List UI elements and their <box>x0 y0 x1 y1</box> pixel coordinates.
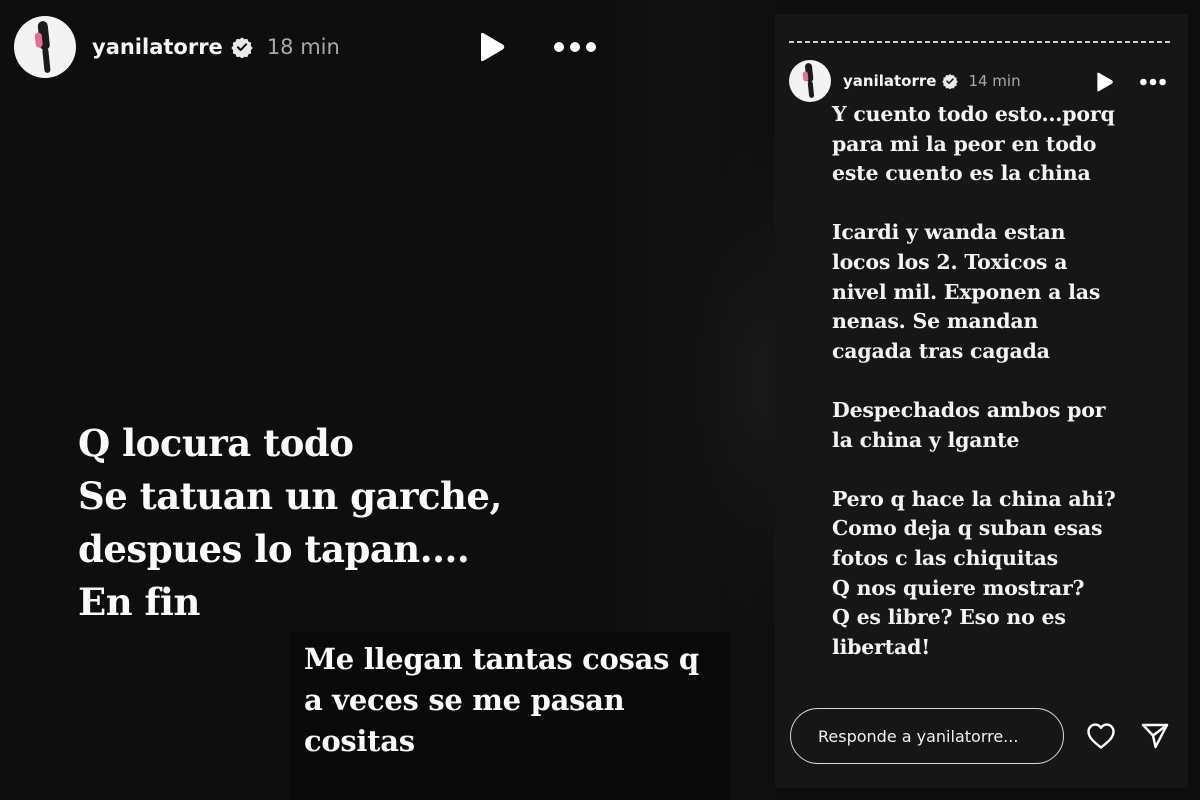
story-text-sub: Me llegan tantas cosas q a veces se me p… <box>304 642 699 758</box>
username[interactable]: yanilatorre <box>843 72 936 90</box>
story-text-main: Q locura todo Se tatuan un garche, despu… <box>78 421 502 624</box>
verified-badge-icon <box>231 37 253 58</box>
story-text: Y cuento todo esto...porq para mi la peo… <box>832 100 1177 692</box>
story-paragraph: Despechados ambos por la china y lgante <box>832 397 1106 452</box>
left-story-header: yanilatorre 18 min <box>14 15 596 79</box>
heart-icon[interactable] <box>1086 722 1116 750</box>
right-story-header: yanilatorre 14 min <box>789 59 1179 103</box>
post-time: 18 min <box>266 35 340 59</box>
play-icon[interactable] <box>476 31 506 63</box>
more-options-icon[interactable] <box>1138 76 1168 88</box>
story-progress-bar <box>789 41 1170 43</box>
send-icon[interactable] <box>1140 721 1170 751</box>
username[interactable]: yanilatorre <box>92 35 223 59</box>
story-paragraph: Pero q hace la china ahi? Como deja q su… <box>832 486 1116 659</box>
avatar[interactable] <box>14 16 76 78</box>
more-options-icon[interactable] <box>552 37 598 57</box>
play-icon[interactable] <box>1094 71 1114 93</box>
right-story: yanilatorre 14 min Y cuento todo esto...… <box>775 14 1188 788</box>
story-paragraph: Icardi y wanda estan locos los 2. Toxico… <box>832 220 1101 363</box>
reply-input[interactable]: Responde a yanilatorre... <box>790 708 1064 764</box>
verified-badge-icon <box>942 74 959 89</box>
post-time: 14 min <box>968 72 1021 90</box>
story-paragraph: Y cuento todo esto...porq para mi la peo… <box>832 102 1115 186</box>
avatar[interactable] <box>789 60 831 102</box>
